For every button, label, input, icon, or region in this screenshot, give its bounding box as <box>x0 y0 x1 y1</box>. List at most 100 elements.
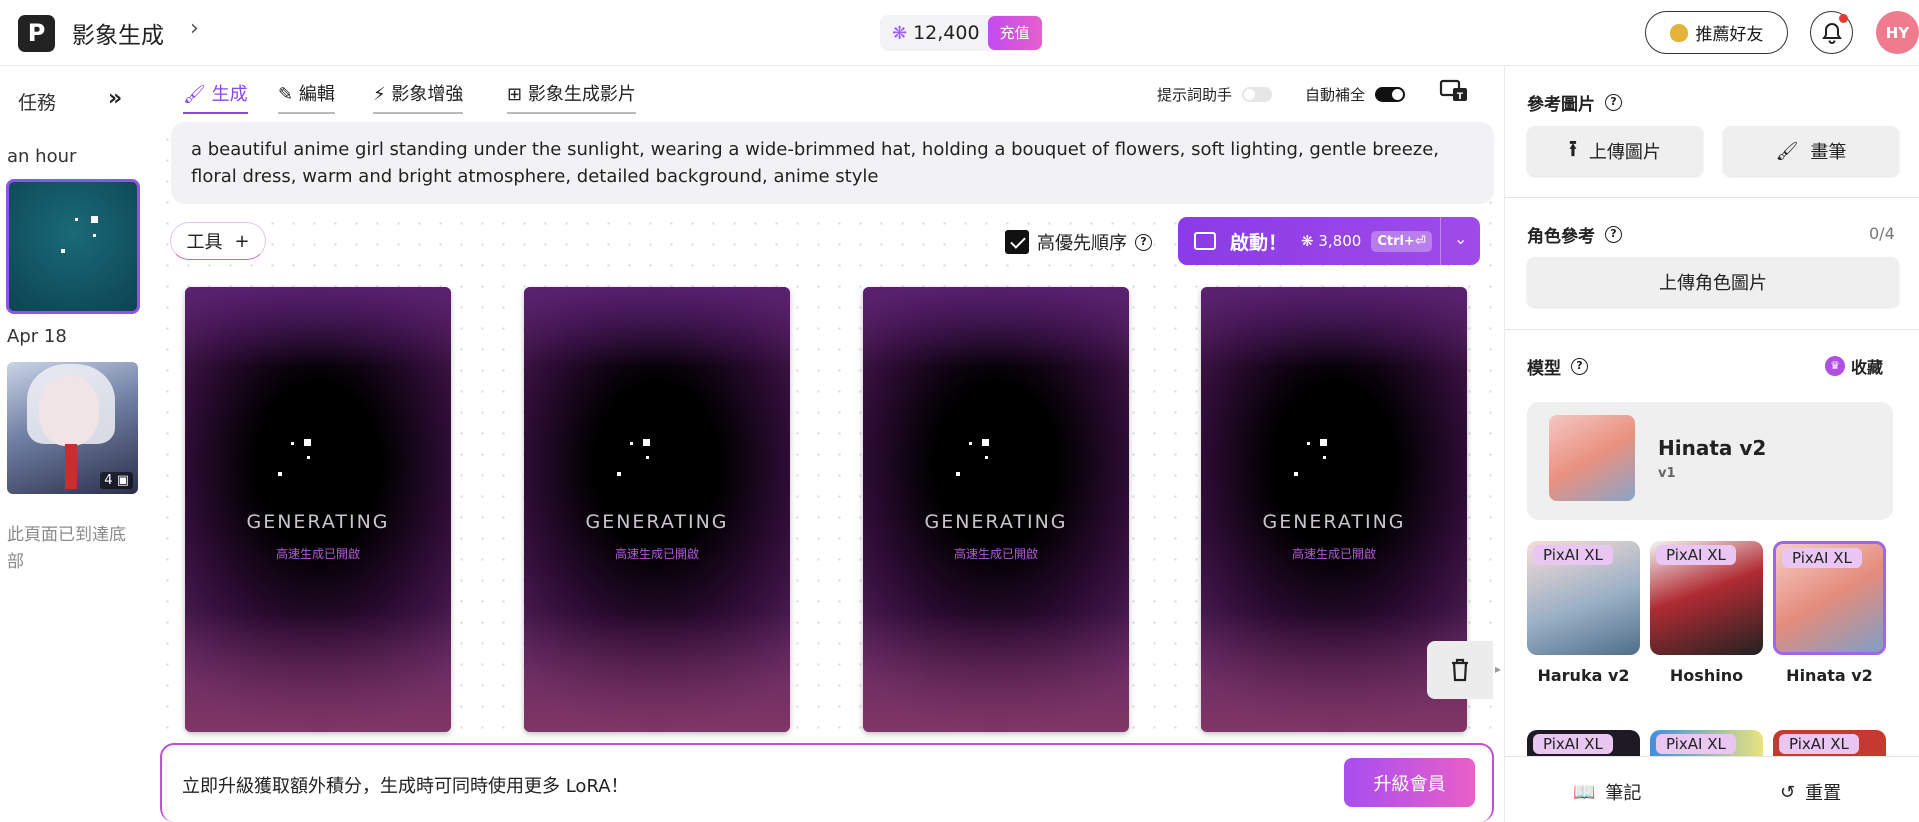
model-thumbnail <box>1549 415 1635 501</box>
fast-mode-note: 高速生成已開啟 <box>275 547 360 561</box>
launch-cost: ❋ 3,800 <box>1301 232 1362 250</box>
chevron-right-icon[interactable]: › <box>190 16 199 41</box>
model-tag: PixAI XL <box>1656 545 1736 565</box>
history-group-label: Apr 18 <box>7 326 67 347</box>
plus-icon: + <box>234 230 250 252</box>
collapse-arrow-icon[interactable]: ▸ <box>1495 662 1501 676</box>
sparkle-loader-icon <box>1294 437 1366 487</box>
bell-icon <box>1821 22 1842 44</box>
model-option[interactable]: PixAI XL <box>1527 541 1640 655</box>
upload-image-button[interactable]: ⭱ 上傳圖片 <box>1527 126 1703 176</box>
expand-icon[interactable]: » <box>108 86 122 111</box>
high-priority-checkbox[interactable] <box>1005 230 1029 254</box>
shortcut-badge: Ctrl+⏎ <box>1371 230 1432 252</box>
sparkle-loader-icon <box>956 437 1028 487</box>
upload-character-button[interactable]: 上傳角色圖片 <box>1527 257 1899 307</box>
current-model-card[interactable]: Hinata v2 v1 <box>1527 402 1893 520</box>
book-icon: 📖 <box>1573 781 1596 803</box>
upload-icon: ⭱ <box>1569 137 1577 162</box>
topup-button[interactable]: 充值 <box>987 16 1042 50</box>
generating-status: GENERATING <box>1262 511 1406 533</box>
chevron-down-icon[interactable]: ⌄ <box>1454 229 1467 248</box>
model-label: Hoshino <box>1669 666 1744 685</box>
launch-button[interactable]: 啟動！ ❋ 3,800 Ctrl+⏎ ⌄ <box>1178 217 1480 265</box>
help-icon[interactable]: ? <box>1605 94 1622 111</box>
help-icon[interactable]: ? <box>1135 233 1152 251</box>
generating-status: GENERATING <box>246 511 390 533</box>
high-priority-option[interactable]: 高優先順序 ? <box>1005 229 1152 255</box>
model-title: 模型? <box>1527 354 1588 379</box>
fast-mode-note: 高速生成已開啟 <box>953 547 1038 561</box>
invite-label: 推薦好友 <box>1695 25 1764 45</box>
upgrade-banner: 立即升級獲取額外積分，生成時可同時使用更多 LoRA！ 升級會員 <box>160 743 1494 822</box>
trash-icon <box>1452 658 1468 682</box>
generation-workspace: 🖌 生成 ✎ 編輯 ⚡ 影象增強 ⊞ 影象生成影片 提示詞助手 自動補全 T a… <box>157 66 1504 822</box>
reference-image-title: 參考圖片? <box>1527 90 1622 115</box>
pencil-icon: ✎ <box>278 84 294 105</box>
generating-card[interactable]: GENERATING 高速生成已開啟 <box>185 287 451 732</box>
favorites-button[interactable]: ♛ 收藏 <box>1825 354 1883 378</box>
character-count: 0/4 <box>1869 224 1895 243</box>
notification-dot <box>1839 14 1848 23</box>
delete-button[interactable] <box>1427 641 1493 699</box>
tab-generate[interactable]: 🖌 生成 <box>183 80 248 114</box>
toggle-switch-on[interactable] <box>1375 87 1406 102</box>
fast-mode-note: 高速生成已開啟 <box>614 547 699 561</box>
crown-icon: ♛ <box>1825 356 1845 376</box>
help-icon[interactable]: ? <box>1571 358 1588 375</box>
toggle-switch-off[interactable] <box>1242 87 1273 102</box>
upgrade-text: 立即升級獲取額外積分，生成時可同時使用更多 LoRA！ <box>182 776 629 797</box>
history-thumbnail[interactable]: 4 ▣ <box>7 362 138 494</box>
svg-text:T: T <box>1457 92 1464 102</box>
brush-icon: 🖌 <box>183 84 206 105</box>
credits-icon: ❋ <box>892 22 908 44</box>
user-avatar[interactable]: HY <box>1876 11 1919 54</box>
app-logo[interactable]: P <box>18 15 55 52</box>
model-version: v1 <box>1658 466 1676 481</box>
brush-icon: 🖌 <box>1775 140 1799 162</box>
help-icon[interactable]: ? <box>1605 226 1622 243</box>
tab-edit[interactable]: ✎ 編輯 <box>278 80 335 114</box>
money-bag-icon <box>1669 23 1688 42</box>
history-group-label: an hour <box>7 146 77 167</box>
credits-amount: 12,400 <box>913 22 980 44</box>
video-add-icon: ⊞ <box>507 84 523 105</box>
top-bar: P 影象生成 › ❋ 12,400 充值 推薦好友 HY <box>0 0 1919 66</box>
fast-mode-note: 高速生成已開啟 <box>1291 547 1376 561</box>
history-thumbnail-generating[interactable] <box>6 179 140 314</box>
model-tag: PixAI XL <box>1782 548 1862 568</box>
model-option[interactable]: PixAI XL <box>1650 541 1763 655</box>
tab-enhance[interactable]: ⚡ 影象增強 <box>373 80 464 114</box>
generating-card[interactable]: GENERATING 高速生成已開啟 <box>524 287 790 732</box>
prompt-input[interactable]: a beautiful anime girl standing under th… <box>171 122 1494 204</box>
mode-tabs: 🖌 生成 ✎ 編輯 ⚡ 影象增強 ⊞ 影象生成影片 提示詞助手 自動補全 T <box>157 66 1504 120</box>
model-option-selected[interactable]: PixAI XL <box>1773 541 1886 655</box>
notifications-button[interactable] <box>1810 11 1853 54</box>
credits-display: ❋ 12,400 充值 <box>880 15 1042 51</box>
model-name: Hinata v2 <box>1658 436 1767 460</box>
image-count-badge: 4 ▣ <box>100 472 133 489</box>
reset-button[interactable]: ↺ 重置 <box>1780 779 1841 805</box>
magic-wand-icon: ⚡ <box>373 84 386 105</box>
upgrade-button[interactable]: 升級會員 <box>1344 758 1475 807</box>
invite-friends-button[interactable]: 推薦好友 <box>1645 11 1788 54</box>
history-sidebar: 任務 » an hour Apr 18 4 ▣ 此頁面已到達底部 <box>0 66 157 822</box>
character-reference-title: 角色參考? <box>1527 222 1622 247</box>
image-icon <box>1194 232 1216 250</box>
brush-button[interactable]: 🖌 畫筆 <box>1723 126 1899 176</box>
generating-status: GENERATING <box>585 511 729 533</box>
tab-image-to-video[interactable]: ⊞ 影象生成影片 <box>507 80 636 114</box>
settings-panel: 參考圖片? ⭱ 上傳圖片 🖌 畫筆 角色參考? 0/4 上傳角色圖片 模型? ♛… <box>1504 66 1919 822</box>
notes-button[interactable]: 📖 筆記 <box>1573 779 1641 805</box>
generating-card[interactable]: GENERATING 高速生成已開啟 <box>863 287 1129 732</box>
sparkle-loader-icon <box>617 437 689 487</box>
app-title[interactable]: 影象生成 <box>72 16 164 50</box>
autocomplete-toggle[interactable]: 自動補全 <box>1305 84 1406 105</box>
reset-icon: ↺ <box>1780 781 1796 803</box>
generating-status: GENERATING <box>924 511 1068 533</box>
end-of-page-note: 此頁面已到達底部 <box>7 525 126 572</box>
prompt-assistant-toggle[interactable]: 提示詞助手 <box>1157 84 1273 105</box>
layout-icon[interactable]: T <box>1439 78 1469 104</box>
tools-button[interactable]: 工具 + <box>170 222 266 260</box>
model-label: Haruka v2 <box>1537 666 1630 685</box>
